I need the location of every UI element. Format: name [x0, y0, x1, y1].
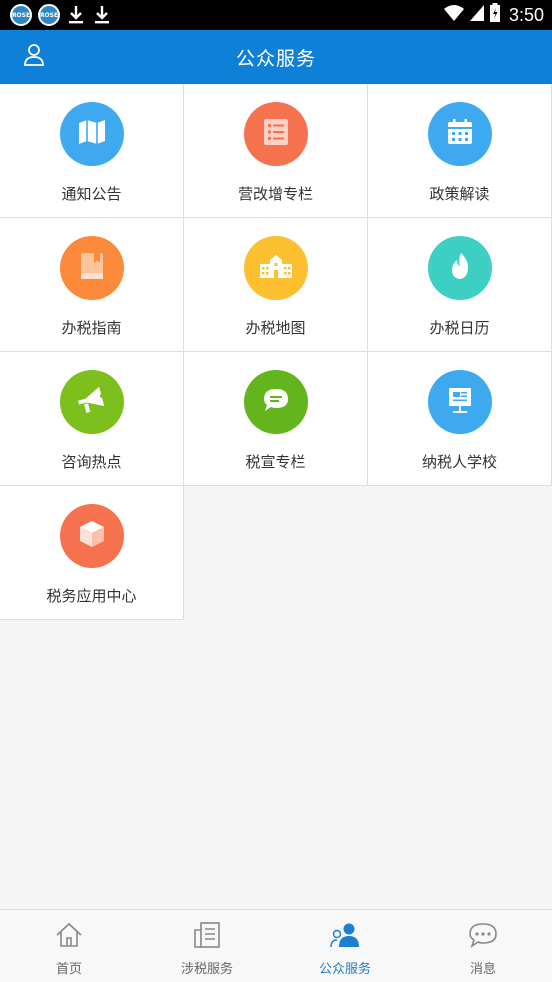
- presentation-board-icon: [446, 386, 474, 418]
- grid-item-taxpayer-school[interactable]: 纳税人学校: [368, 352, 552, 486]
- notification-icons: ROSE ROSE: [10, 4, 112, 26]
- list-icon: [263, 119, 288, 149]
- grid-item-label: 办税日历: [429, 319, 490, 337]
- tab-messages[interactable]: 消息: [414, 910, 552, 982]
- tab-home[interactable]: 首页: [0, 910, 138, 982]
- tile-icon-circle: [59, 504, 124, 568]
- tile-icon-circle: [59, 370, 124, 434]
- grid-item-label: 政策解读: [429, 185, 490, 203]
- grid-item-tax-calendar[interactable]: 办税日历: [368, 218, 552, 352]
- app-notification-icon: ROSE: [38, 4, 60, 26]
- tile-icon-circle: [243, 236, 308, 300]
- calendar-icon: [447, 119, 473, 149]
- home-icon: [55, 922, 83, 952]
- tab-tax-services[interactable]: 涉税服务: [138, 910, 276, 982]
- profile-button[interactable]: [20, 43, 48, 71]
- grid-item-hot-topics[interactable]: 咨询热点: [0, 352, 184, 486]
- tab-label: 涉税服务: [180, 962, 233, 977]
- tab-public-services[interactable]: 公众服务: [276, 910, 414, 982]
- map-icon: [77, 119, 107, 149]
- app-notification-icon: ROSE: [10, 4, 32, 26]
- tab-label: 公众服务: [318, 962, 371, 977]
- tile-icon-circle: [427, 370, 492, 434]
- tab-label: 首页: [55, 962, 82, 977]
- status-bar: ROSE ROSE 3:50: [0, 0, 552, 30]
- flame-icon: [449, 252, 471, 284]
- grid-item-tax-guide[interactable]: 办税指南: [0, 218, 184, 352]
- user-icon: [23, 43, 45, 71]
- cube-icon: [78, 519, 106, 553]
- tile-icon-circle: [59, 102, 124, 166]
- message-icon: [468, 922, 498, 952]
- tile-icon-circle: [427, 102, 492, 166]
- download-icon: [92, 4, 112, 26]
- app-header: 公众服务: [0, 30, 552, 84]
- book-icon: [80, 252, 104, 284]
- grid-item-policy-interpretation[interactable]: 政策解读: [368, 84, 552, 218]
- tile-icon-circle: [59, 236, 124, 300]
- grid-item-notices[interactable]: 通知公告: [0, 84, 184, 218]
- grid-item-label: 办税地图: [245, 319, 306, 337]
- grid-item-tax-publicity[interactable]: 税宣专栏: [184, 352, 368, 486]
- grid-item-label: 纳税人学校: [421, 453, 497, 471]
- page-title: 公众服务: [235, 47, 316, 70]
- grid-item-label: 税务应用中心: [46, 587, 137, 605]
- megaphone-icon: [76, 386, 108, 417]
- grid-item-label: 办税指南: [61, 319, 122, 337]
- grid-item-label: 税宣专栏: [245, 453, 306, 471]
- document-icon: [193, 922, 221, 952]
- tile-icon-circle: [243, 102, 308, 166]
- grid-item-label: 咨询热点: [61, 453, 122, 471]
- grid-item-label: 营改增专栏: [237, 185, 313, 203]
- wifi-icon: [443, 4, 465, 27]
- tab-label: 消息: [469, 962, 496, 977]
- clock-time: 3:50: [508, 4, 544, 25]
- grid-item-label: 通知公告: [61, 185, 122, 203]
- grid-item-app-center[interactable]: 税务应用中心: [0, 486, 184, 620]
- battery-icon: [489, 2, 501, 28]
- chat-bubble-icon: [262, 387, 290, 417]
- tile-icon-circle: [243, 370, 308, 434]
- building-icon: [259, 254, 293, 282]
- download-icon: [66, 4, 86, 26]
- bottom-tabbar: 首页 涉税服务 公众服务 消息: [0, 909, 552, 982]
- tile-icon-circle: [427, 236, 492, 300]
- grid-item-tax-map[interactable]: 办税地图: [184, 218, 368, 352]
- grid-item-vat-reform[interactable]: 营改增专栏: [184, 84, 368, 218]
- people-icon: [330, 922, 360, 952]
- signal-icon: [469, 4, 485, 27]
